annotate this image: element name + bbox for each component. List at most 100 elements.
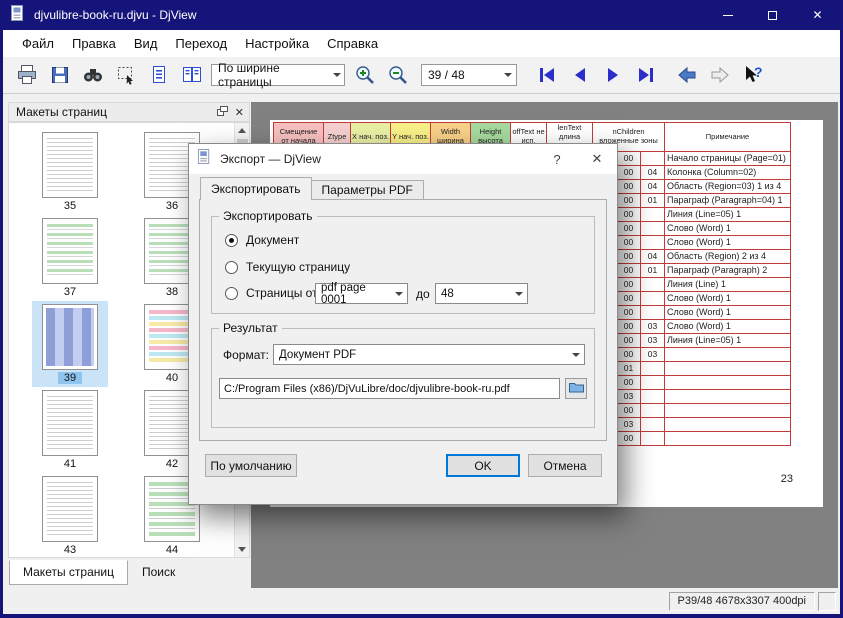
tab-page-layouts[interactable]: Макеты страниц: [9, 560, 128, 585]
doc-table-note: [665, 389, 791, 403]
doc-table-cell: [641, 207, 665, 221]
thumbnail-page-39[interactable]: 39: [32, 301, 108, 387]
doc-table-cell: [641, 431, 665, 445]
defaults-button[interactable]: По умолчанию: [205, 454, 297, 477]
context-help-icon[interactable]: ?: [739, 62, 766, 89]
format-combobox[interactable]: Документ PDF: [273, 344, 585, 365]
thumbnail-page-41[interactable]: 41: [32, 387, 108, 473]
menu-goto[interactable]: Переход: [166, 36, 236, 51]
tab-pdf-options[interactable]: Параметры PDF: [312, 180, 424, 200]
dialog-close-button[interactable]: ✕: [577, 144, 617, 174]
status-resize-grip[interactable]: [818, 592, 836, 611]
format-value: Документ PDF: [279, 349, 356, 361]
range-to-combobox[interactable]: 48: [435, 283, 528, 304]
thumbnail-page-37[interactable]: 37: [32, 215, 108, 301]
doc-table-note: [665, 403, 791, 417]
radio-current-circle[interactable]: [225, 261, 238, 274]
output-path-input[interactable]: C:/Program Files (x86)/DjVuLibre/doc/djv…: [219, 378, 560, 399]
thumbnail-label: 44: [160, 544, 184, 556]
undock-icon[interactable]: [217, 105, 228, 119]
find-icon[interactable]: [79, 62, 106, 89]
menu-view[interactable]: Вид: [125, 36, 167, 51]
doc-table-cell: 00: [617, 319, 641, 333]
zoom-out-icon[interactable]: [384, 62, 411, 89]
doc-table-cell: 00: [617, 207, 641, 221]
doc-table-note: [665, 375, 791, 389]
ok-button[interactable]: OK: [446, 454, 520, 477]
close-button[interactable]: ✕: [795, 0, 840, 30]
scroll-up-icon[interactable]: [235, 123, 249, 138]
radio-current-page[interactable]: Текущую страницу: [225, 260, 350, 274]
radio-document[interactable]: Документ: [225, 233, 299, 247]
document-page-number: 23: [781, 473, 793, 485]
menu-file[interactable]: Файл: [13, 36, 63, 51]
zoom-in-icon[interactable]: [351, 62, 378, 89]
browse-button[interactable]: [565, 378, 587, 399]
range-from-combobox[interactable]: pdf page 0001: [315, 283, 408, 304]
next-page-icon[interactable]: [599, 62, 626, 89]
app-window: djvulibre-book-ru.djvu - DjView ✕ Файл П…: [0, 0, 843, 618]
thumbnail-label: 43: [58, 544, 82, 556]
cancel-button[interactable]: Отмена: [528, 454, 602, 477]
doc-table-note: Область (Region=03) 1 из 4: [665, 179, 791, 193]
thumbnail-page-35[interactable]: 35: [32, 129, 108, 215]
scroll-down-icon[interactable]: [235, 542, 249, 557]
doc-table-note: [665, 431, 791, 445]
doc-table-cell: 00: [617, 431, 641, 445]
radio-range-circle[interactable]: [225, 287, 238, 300]
radio-page-range[interactable]: Страницы от: [225, 286, 318, 300]
range-to-value: 48: [441, 288, 454, 300]
doc-table-cell: 01: [617, 361, 641, 375]
sidebar-close-icon[interactable]: ✕: [235, 106, 244, 119]
zoom-mode-combobox[interactable]: По ширине страницы: [211, 64, 345, 86]
thumbnail-page-43[interactable]: 43: [32, 473, 108, 558]
doc-table-cell: 00: [617, 305, 641, 319]
tab-search[interactable]: Поиск: [128, 560, 189, 585]
layout-single-icon[interactable]: [145, 62, 172, 89]
app-icon: [10, 5, 26, 26]
minimize-button[interactable]: [705, 0, 750, 30]
previous-page-icon[interactable]: [566, 62, 593, 89]
range-to-label: до: [416, 287, 430, 301]
doc-table-cell: 01: [641, 193, 665, 207]
menubar: Файл Правка Вид Переход Настройка Справк…: [3, 30, 840, 57]
result-group-label: Результат: [219, 321, 282, 335]
layout-facing-icon[interactable]: [178, 62, 205, 89]
maximize-button[interactable]: [750, 0, 795, 30]
thumbnail-image: [42, 476, 98, 542]
doc-table-cell: [641, 291, 665, 305]
select-icon[interactable]: [112, 62, 139, 89]
doc-table-cell: 03: [641, 333, 665, 347]
dialog-title: Экспорт — DjView: [220, 152, 321, 166]
page-number-combobox[interactable]: 39 / 48: [421, 64, 517, 86]
doc-table-cell: 00: [617, 165, 641, 179]
tab-export[interactable]: Экспортировать: [200, 177, 312, 200]
zoom-mode-value: По ширине страницы: [218, 61, 329, 89]
range-from-value: pdf page 0001: [321, 282, 392, 306]
thumbnail-label: 37: [58, 286, 82, 298]
forward-icon[interactable]: [706, 62, 733, 89]
radio-document-circle[interactable]: [225, 234, 238, 247]
doc-table-note: [665, 361, 791, 375]
folder-icon: [569, 380, 584, 398]
menu-help[interactable]: Справка: [318, 36, 387, 51]
format-label: Формат:: [223, 348, 269, 362]
last-page-icon[interactable]: [632, 62, 659, 89]
print-icon[interactable]: [13, 62, 40, 89]
maximize-icon: [768, 11, 777, 20]
first-page-icon[interactable]: [533, 62, 560, 89]
doc-table-note: Параграф (Paragraph=04) 1: [665, 193, 791, 207]
menu-edit[interactable]: Правка: [63, 36, 125, 51]
doc-table-cell: [641, 389, 665, 403]
output-path-value: C:/Program Files (x86)/DjVuLibre/doc/djv…: [224, 383, 510, 395]
back-icon[interactable]: [673, 62, 700, 89]
toolbar: По ширине страницы 39 / 48: [3, 57, 840, 94]
chevron-down-icon: [500, 69, 516, 81]
menu-settings[interactable]: Настройка: [236, 36, 318, 51]
dialog-help-button[interactable]: ?: [537, 144, 577, 174]
save-icon[interactable]: [46, 62, 73, 89]
doc-table-note: Слово (Word) 1: [665, 291, 791, 305]
doc-table-cell: 03: [617, 417, 641, 431]
thumbnail-label: 38: [160, 286, 184, 298]
status-page-info: P39/48 4678x3307 400dpi: [669, 592, 815, 611]
